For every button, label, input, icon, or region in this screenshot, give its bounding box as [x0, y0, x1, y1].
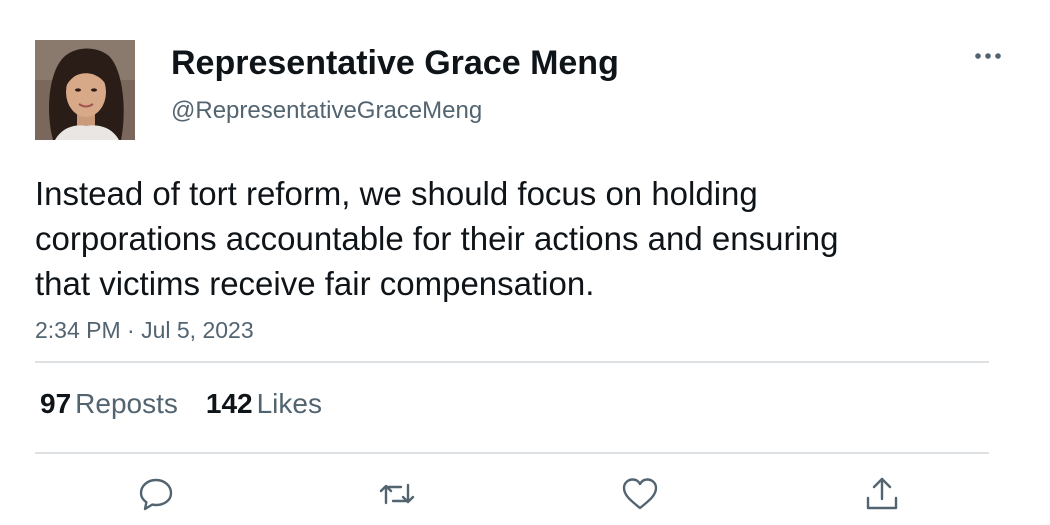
likes-count: 142: [205, 388, 253, 419]
tweet-text: Instead of tort reform, we should focus …: [35, 175, 839, 302]
heart-icon: [620, 474, 660, 514]
likes-stat[interactable]: 142 Likes: [206, 388, 322, 419]
tweet-timestamp[interactable]: 2:34 PM · Jul 5, 2023: [35, 316, 254, 344]
share-button[interactable]: [862, 474, 902, 514]
divider: [35, 452, 989, 454]
repost-button[interactable]: [377, 474, 417, 514]
divider: [35, 361, 989, 363]
reply-icon: [136, 474, 176, 514]
repost-icon: [377, 474, 417, 514]
more-horizontal-icon: [968, 53, 1008, 74]
like-button[interactable]: [620, 474, 660, 514]
reposts-label: Reposts: [75, 388, 178, 419]
reposts-stat[interactable]: 97 Reposts: [40, 388, 178, 419]
author-handle[interactable]: @RepresentativeGraceMeng: [171, 96, 482, 126]
author-display-name[interactable]: Representative Grace Meng: [171, 42, 619, 84]
engagement-stats: 97 Reposts 142 Likes: [40, 387, 350, 421]
avatar[interactable]: [35, 40, 135, 140]
share-icon: [862, 474, 902, 514]
reply-button[interactable]: [136, 474, 176, 514]
likes-label: Likes: [256, 388, 322, 419]
more-options-button[interactable]: [968, 42, 1008, 70]
reposts-count: 97: [40, 388, 72, 419]
